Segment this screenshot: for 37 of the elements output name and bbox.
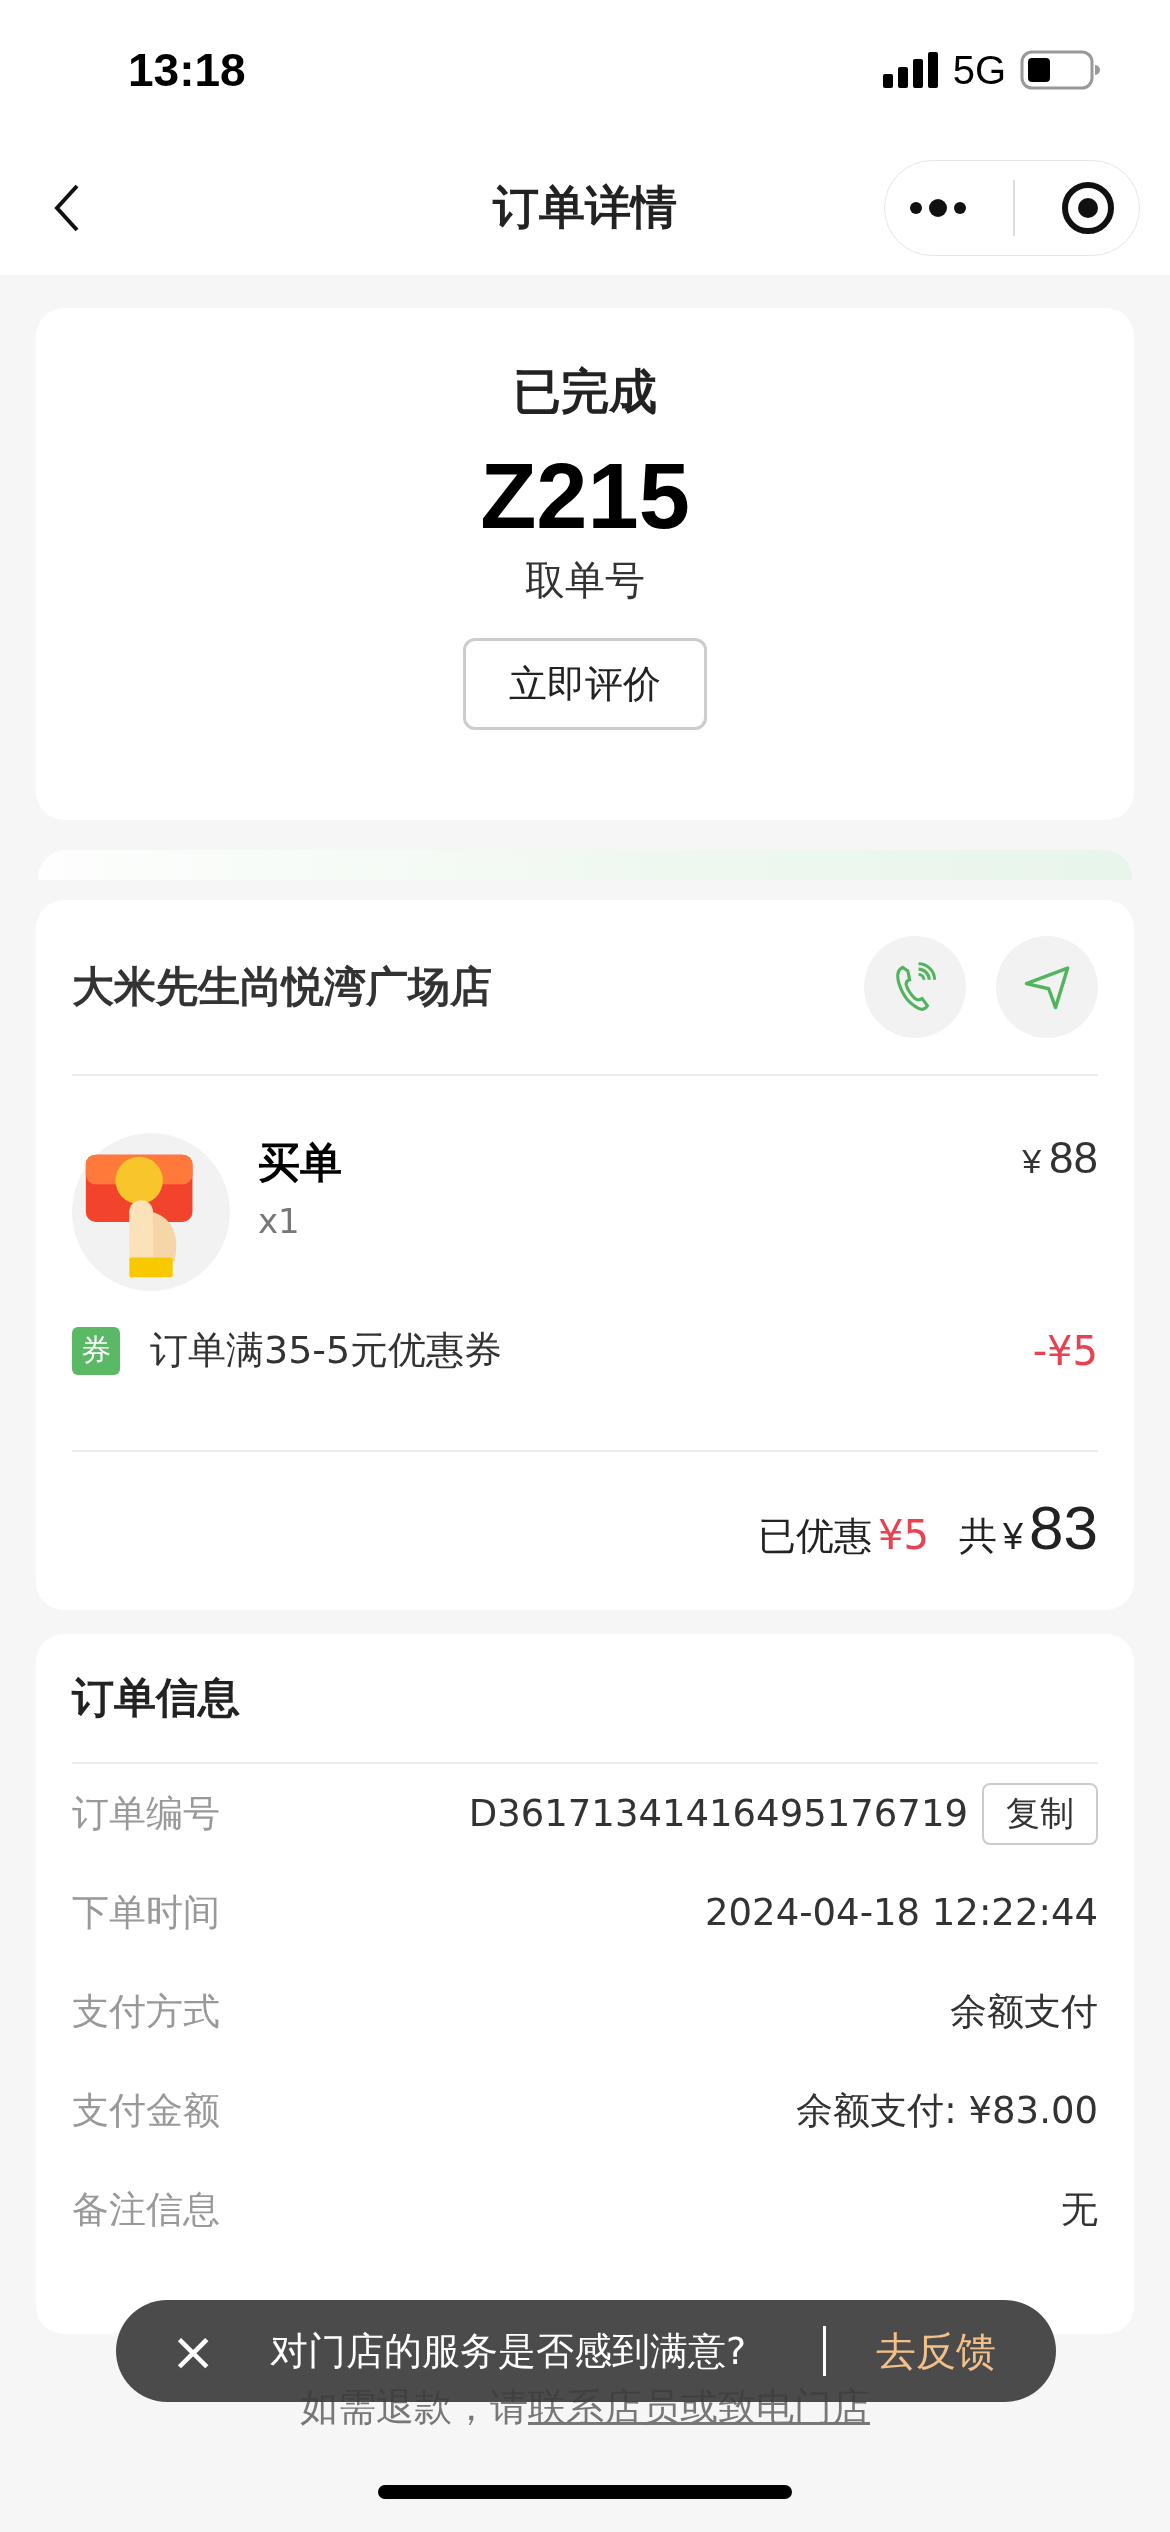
coupon-amount: -¥5 bbox=[1032, 1327, 1098, 1374]
toast-message: 对门店的服务是否感到满意? bbox=[270, 2327, 747, 2375]
info-value: 余额支付 bbox=[950, 1988, 1098, 2035]
total-label: 共 bbox=[959, 1513, 997, 1560]
section-title: 订单信息 bbox=[72, 1672, 241, 1724]
copy-button[interactable]: 复制 bbox=[982, 1782, 1098, 1845]
info-value: D36171341416495176719 bbox=[468, 1792, 968, 1835]
item-price: ¥ 88 bbox=[1022, 1133, 1098, 1183]
feedback-button[interactable]: 去反馈 bbox=[876, 2323, 996, 2379]
info-label: 下单时间 bbox=[72, 1889, 220, 1936]
info-label: 订单编号 bbox=[72, 1790, 220, 1837]
target-icon bbox=[1060, 179, 1117, 236]
item-quantity: x1 bbox=[258, 1201, 301, 1241]
total-amount: ¥83 bbox=[1002, 1492, 1098, 1563]
page-title: 订单详情 bbox=[491, 178, 678, 236]
order-status: 已完成 bbox=[513, 362, 657, 421]
pickup-code: Z215 bbox=[480, 446, 690, 548]
store-name: 大米先生尚悦湾广场店 bbox=[72, 961, 492, 1013]
clock-time: 13:18 bbox=[128, 43, 246, 97]
discount-label: 已优惠 bbox=[758, 1513, 873, 1560]
battery-icon bbox=[1020, 50, 1100, 90]
close-button[interactable]: × bbox=[160, 2319, 226, 2383]
discount-amount: ¥5 bbox=[878, 1512, 929, 1558]
rate-button[interactable]: 立即评价 bbox=[463, 638, 707, 731]
info-label: 支付方式 bbox=[72, 1988, 220, 2035]
more-icon bbox=[907, 197, 968, 218]
coupon-badge: 券 bbox=[72, 1326, 120, 1375]
pickup-label: 取单号 bbox=[525, 556, 645, 606]
item-name: 买单 bbox=[258, 1137, 342, 1189]
network-label: 5G bbox=[952, 47, 1006, 93]
info-value: 无 bbox=[1061, 2186, 1098, 2233]
info-value: 2024-04-18 12:22:44 bbox=[705, 1891, 1098, 1934]
signal-icon bbox=[882, 52, 939, 88]
info-label: 支付金额 bbox=[72, 2087, 220, 2134]
coupon-name: 订单满35-5元优惠券 bbox=[150, 1327, 503, 1374]
info-label: 备注信息 bbox=[72, 2186, 220, 2233]
info-value: 余额支付: ¥83.00 bbox=[796, 2087, 1098, 2134]
